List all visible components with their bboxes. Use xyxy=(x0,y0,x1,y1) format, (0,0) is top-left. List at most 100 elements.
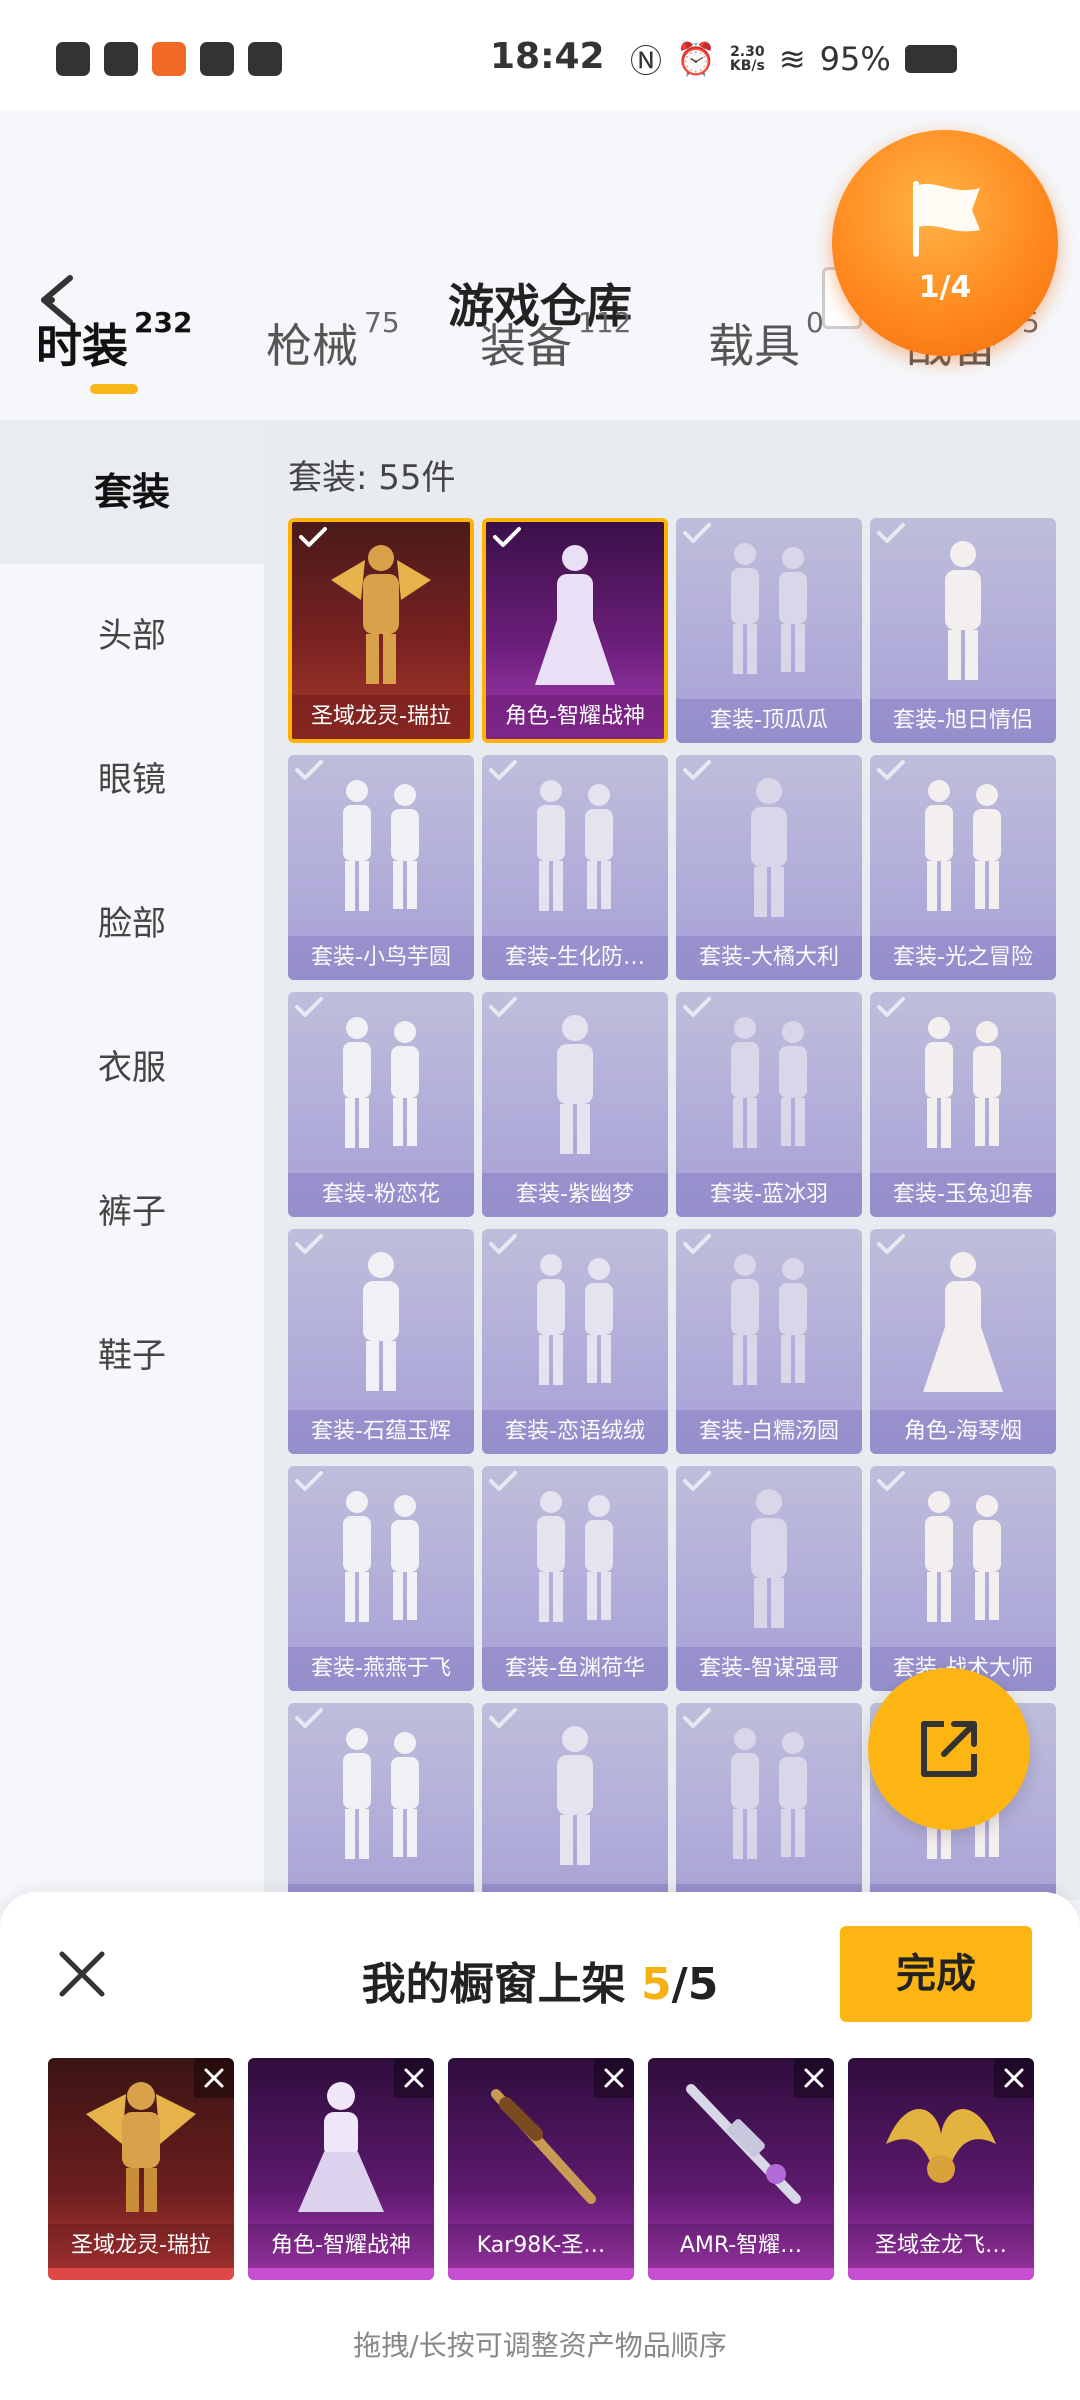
check-icon xyxy=(683,1234,711,1254)
sidebar-item-head[interactable]: 头部 xyxy=(0,564,264,708)
outfit-figure-icon xyxy=(537,1254,613,1385)
outfit-figure-icon xyxy=(751,1489,787,1628)
showcase-item[interactable]: AMR-智耀… xyxy=(648,2058,834,2280)
remove-icon[interactable] xyxy=(394,2058,434,2098)
tab-vehicles[interactable]: 载具 0 xyxy=(708,306,824,376)
sidebar-item-suit[interactable]: 套装 xyxy=(0,420,264,564)
item-card[interactable]: 角色-海琴烟 xyxy=(870,1229,1056,1454)
item-card[interactable]: 套装-小鸟芋圆 xyxy=(288,755,474,980)
remove-icon[interactable] xyxy=(594,2058,634,2098)
item-card[interactable]: 套装-蓝冰羽 xyxy=(676,992,862,1217)
showcase-item[interactable]: 圣域金龙飞… xyxy=(848,2058,1034,2280)
outfit-figure-icon xyxy=(923,1252,1003,1392)
item-card[interactable]: 套装-旭日情侣 xyxy=(870,518,1056,743)
item-card[interactable]: 套装-大橘大利 xyxy=(676,755,862,980)
check-icon xyxy=(295,1471,323,1491)
item-card[interactable]: 套装-鱼渊荷华 xyxy=(482,1466,668,1691)
item-card-label: 角色-智耀战神 xyxy=(486,695,664,739)
floating-flag-button[interactable]: 1/4 xyxy=(832,130,1058,356)
outfit-figure-icon xyxy=(731,1017,807,1148)
tab-count: 0 xyxy=(806,306,824,339)
outfit-figure-icon xyxy=(945,541,981,680)
check-icon xyxy=(683,1708,711,1728)
sidebar-item-pants[interactable]: 裤子 xyxy=(0,1140,264,1284)
showcase-shelf: 圣域龙灵-瑞拉 角色-智耀战神 Kar98K-圣… AMR-智耀… 圣域金龙飞… xyxy=(48,2058,1034,2280)
tab-label: 载具 xyxy=(708,319,800,373)
tab-count: 75 xyxy=(364,306,400,339)
outfit-figure-icon xyxy=(363,1252,399,1391)
item-card[interactable]: 套装-智谋强哥 xyxy=(676,1466,862,1691)
item-card[interactable]: 套装-生化防… xyxy=(482,755,668,980)
outfit-figure-icon xyxy=(537,1491,613,1622)
check-icon xyxy=(877,1471,905,1491)
sidebar-item-shoes[interactable]: 鞋子 xyxy=(0,1284,264,1428)
item-card[interactable]: 套装-紫幽梦 xyxy=(482,992,668,1217)
item-card[interactable]: 套装-玉兔迎春 xyxy=(870,992,1056,1217)
item-card[interactable]: 套装-光之冒险 xyxy=(870,755,1056,980)
item-card[interactable]: 圣域龙灵-瑞拉 xyxy=(288,518,474,743)
outfit-figure-icon xyxy=(731,543,807,674)
outfit-figure-icon xyxy=(925,1491,1001,1622)
done-button[interactable]: 完成 xyxy=(840,1926,1032,2022)
item-card[interactable]: 套装-恋语绒绒 xyxy=(482,1229,668,1454)
tab-equipment[interactable]: 装备 112 xyxy=(480,306,631,376)
tab-fashion[interactable]: 时装 232 xyxy=(36,306,192,376)
item-card[interactable]: 套装-石蕴玉辉 xyxy=(288,1229,474,1454)
rarity-bar xyxy=(848,2268,1034,2280)
outfit-figure-icon xyxy=(343,780,419,911)
check-icon xyxy=(489,1708,517,1728)
check-icon xyxy=(683,1471,711,1491)
wifi-icon: ≋ xyxy=(778,40,806,78)
check-icon xyxy=(489,997,517,1017)
item-card[interactable]: 套装-粉恋花 xyxy=(288,992,474,1217)
outfit-figure-icon xyxy=(925,1017,1001,1148)
item-card-label: 套装-智谋强哥 xyxy=(676,1647,862,1691)
item-card[interactable]: 套装-白糯汤圆 xyxy=(676,1229,862,1454)
outfit-figure-icon xyxy=(537,780,613,911)
tab-guns[interactable]: 枪械 75 xyxy=(266,306,400,376)
item-card[interactable]: 套装-战术大师 xyxy=(870,1466,1056,1691)
sidebar-item-glasses[interactable]: 眼镜 xyxy=(0,708,264,852)
reorder-hint: 拖拽/长按可调整资产物品顺序 xyxy=(353,2329,727,2362)
tab-label: 时装 xyxy=(36,319,128,373)
check-icon xyxy=(295,997,323,1017)
showcase-title-text: 我的橱窗上架 xyxy=(361,1959,626,2010)
check-icon xyxy=(295,1234,323,1254)
showcase-count-total: /5 xyxy=(671,1959,719,2010)
share-button[interactable] xyxy=(868,1668,1030,1830)
check-icon xyxy=(877,760,905,780)
nfc-icon: Ⓝ xyxy=(630,42,663,80)
sidebar-item-face[interactable]: 脸部 xyxy=(0,852,264,996)
outfit-figure-icon xyxy=(751,778,787,917)
item-card[interactable]: 套装-森林游… xyxy=(482,1703,668,1900)
outfit-figure-icon xyxy=(343,1728,419,1859)
search-app-icon xyxy=(104,42,138,76)
sidebar-item-clothes[interactable]: 衣服 xyxy=(0,996,264,1140)
rarity-bar xyxy=(48,2268,234,2280)
remove-icon[interactable] xyxy=(794,2058,834,2098)
showcase-item[interactable]: 圣域龙灵-瑞拉 xyxy=(48,2058,234,2280)
flag-icon xyxy=(913,181,980,257)
clock: 18:42 xyxy=(490,36,605,77)
outfit-figure-icon xyxy=(731,1728,807,1859)
status-bar: 18:42 Ⓝ ⏰ 2.30 KB/s ≋ 95% xyxy=(0,0,1080,110)
tab-count: 112 xyxy=(578,306,632,339)
item-card[interactable]: 套装-顶瓜瓜 xyxy=(676,518,862,743)
status-indicators: Ⓝ ⏰ 2.30 KB/s ≋ 95% xyxy=(630,36,957,82)
showcase-item[interactable]: 角色-智耀战神 xyxy=(248,2058,434,2280)
check-icon xyxy=(683,523,711,543)
outfit-figure-icon xyxy=(331,545,431,684)
remove-icon[interactable] xyxy=(194,2058,234,2098)
remove-icon[interactable] xyxy=(994,2058,1034,2098)
cat-app-icon xyxy=(200,42,234,76)
outfit-figure-icon xyxy=(731,1254,807,1385)
item-card[interactable]: 套装-燕燕于飞 xyxy=(288,1466,474,1691)
item-card[interactable]: 角色-智耀战神 xyxy=(482,518,668,743)
item-card[interactable]: 套装-日日如意 xyxy=(288,1703,474,1900)
item-card[interactable]: 套装-蓝色运动 xyxy=(676,1703,862,1900)
item-card-label: 套装-小鸟芋圆 xyxy=(288,936,474,980)
check-icon xyxy=(683,997,711,1017)
showcase-panel: 我的橱窗上架 5/5 完成 圣域龙灵-瑞拉 角色-智耀战神 Kar98K-圣… AMR… xyxy=(0,1892,1080,2400)
showcase-item[interactable]: Kar98K-圣… xyxy=(448,2058,634,2280)
showcase-item-label: 圣域金龙飞… xyxy=(848,2224,1034,2268)
